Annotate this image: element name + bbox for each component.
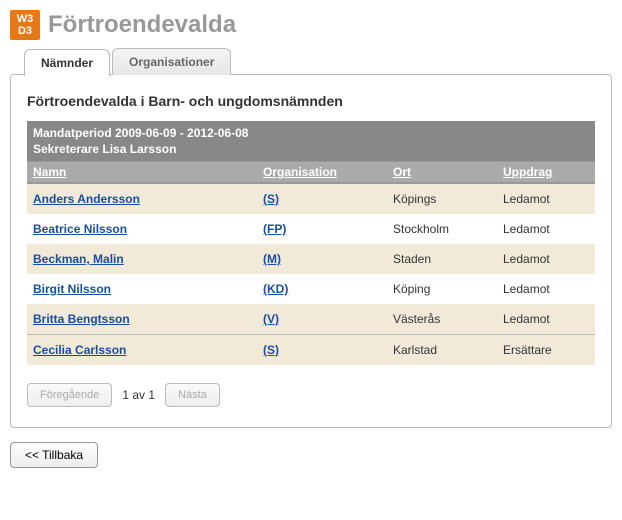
uppdrag-cell: Ledamot xyxy=(497,183,595,214)
col-ort[interactable]: Ort xyxy=(387,162,497,184)
members-table: Mandatperiod 2009-06-09 - 2012-06-08 Sek… xyxy=(27,121,595,365)
ort-cell: Köpings xyxy=(387,183,497,214)
prev-button[interactable]: Föregående xyxy=(27,383,112,407)
uppdrag-cell: Ledamot xyxy=(497,304,595,335)
tab-organisationer[interactable]: Organisationer xyxy=(112,48,231,75)
ort-cell: Karlstad xyxy=(387,335,497,365)
col-name[interactable]: Namn xyxy=(27,162,257,184)
pager: Föregående 1 av 1 Nästa xyxy=(27,383,595,407)
panel-title: Förtroendevalda i Barn- och ungdomsnämnd… xyxy=(27,93,595,109)
secretary-line: Sekreterare Lisa Larsson xyxy=(33,141,589,157)
uppdrag-cell: Ledamot xyxy=(497,274,595,304)
logo-line1: W3 xyxy=(17,13,34,25)
table-row: Birgit Nilsson (KD) KöpingLedamot xyxy=(27,274,595,304)
table-row: Cecilia Carlsson (S) KarlstadErsättare xyxy=(27,335,595,365)
next-button[interactable]: Nästa xyxy=(165,383,220,407)
member-name-link[interactable]: Beatrice Nilsson xyxy=(33,222,127,236)
app-logo: W3 D3 xyxy=(10,10,40,40)
org-link[interactable]: (S) xyxy=(263,343,279,357)
table-row: Anders Andersson (S) KöpingsLedamot xyxy=(27,183,595,214)
ort-cell: Stockholm xyxy=(387,214,497,244)
col-org[interactable]: Organisation xyxy=(257,162,387,184)
org-link[interactable]: (S) xyxy=(263,192,279,206)
tab-bar: Nämnder Organisationer xyxy=(24,48,612,75)
org-link[interactable]: (KD) xyxy=(263,282,288,296)
member-name-link[interactable]: Britta Bengtsson xyxy=(33,312,130,326)
ort-cell: Staden xyxy=(387,244,497,274)
tab-namnder[interactable]: Nämnder xyxy=(24,49,110,76)
org-link[interactable]: (M) xyxy=(263,252,281,266)
member-name-link[interactable]: Beckman, Malin xyxy=(33,252,124,266)
uppdrag-cell: Ersättare xyxy=(497,335,595,365)
page-title: Förtroendevalda xyxy=(48,11,236,39)
uppdrag-cell: Ledamot xyxy=(497,244,595,274)
header: W3 D3 Förtroendevalda xyxy=(10,10,612,40)
org-link[interactable]: (V) xyxy=(263,312,279,326)
member-name-link[interactable]: Anders Andersson xyxy=(33,192,140,206)
ort-cell: Köping xyxy=(387,274,497,304)
page-info: 1 av 1 xyxy=(122,388,155,402)
table-row: Beatrice Nilsson (FP) StockholmLedamot xyxy=(27,214,595,244)
content-panel: Förtroendevalda i Barn- och ungdomsnämnd… xyxy=(10,74,612,428)
back-button[interactable]: << Tillbaka xyxy=(10,442,98,468)
col-uppdrag[interactable]: Uppdrag xyxy=(497,162,595,184)
org-link[interactable]: (FP) xyxy=(263,222,286,236)
uppdrag-cell: Ledamot xyxy=(497,214,595,244)
mandate-row: Mandatperiod 2009-06-09 - 2012-06-08 Sek… xyxy=(27,121,595,162)
column-headers: Namn Organisation Ort Uppdrag xyxy=(27,162,595,184)
ort-cell: Västerås xyxy=(387,304,497,335)
member-name-link[interactable]: Cecilia Carlsson xyxy=(33,343,126,357)
logo-line2: D3 xyxy=(18,25,32,37)
table-row: Britta Bengtsson (V) VästeråsLedamot xyxy=(27,304,595,335)
mandate-period: Mandatperiod 2009-06-09 - 2012-06-08 xyxy=(33,125,589,141)
table-row: Beckman, Malin (M) StadenLedamot xyxy=(27,244,595,274)
member-name-link[interactable]: Birgit Nilsson xyxy=(33,282,111,296)
